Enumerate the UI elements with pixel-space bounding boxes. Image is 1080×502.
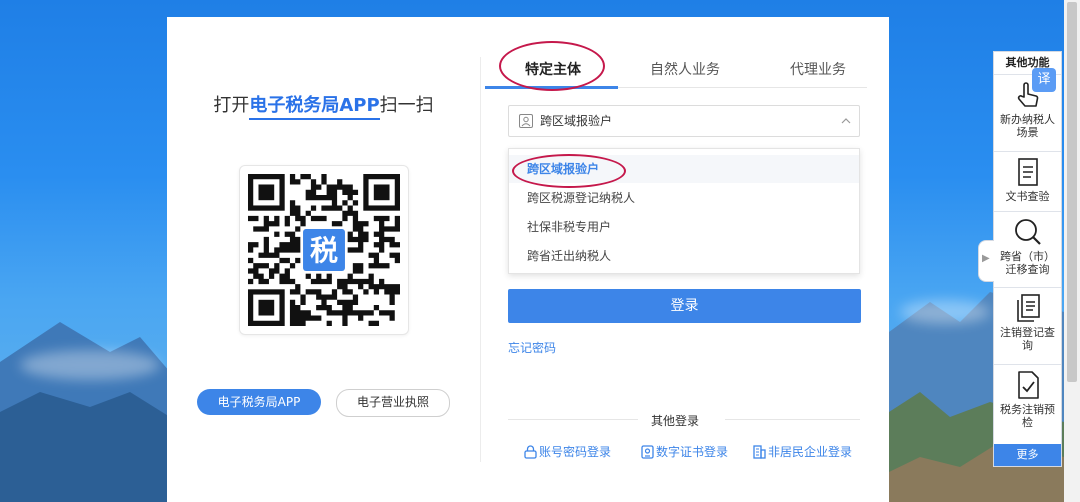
- tab-natural-person[interactable]: 自然人业务: [650, 59, 720, 79]
- side-panel-collapse-handle[interactable]: ▶: [978, 240, 994, 282]
- tab-agent-business[interactable]: 代理业务: [790, 59, 846, 79]
- qr-code: 税: [239, 165, 409, 335]
- translate-button[interactable]: 译: [1032, 68, 1056, 92]
- side-item-document-verify[interactable]: 文书查验: [994, 151, 1061, 212]
- side-item-label: 注销登记查: [1000, 326, 1055, 339]
- entity-type-select[interactable]: 跨区域报验户: [508, 105, 860, 137]
- more-button[interactable]: 更多: [994, 444, 1061, 466]
- divider-left: [508, 419, 638, 420]
- document-icon: [1017, 158, 1038, 186]
- cloud: [20, 350, 160, 380]
- scan-prefix: 打开: [213, 95, 250, 116]
- side-item-label: 场景: [1016, 126, 1039, 139]
- side-item-label: 税务注销预: [1000, 403, 1055, 416]
- login-card: 打开电子税务局APP扫一扫 税 电子税务局APP 电子营业执照 特定主体 自然人…: [167, 17, 889, 502]
- account-login-panel: 特定主体 自然人业务 代理业务 跨区域报验户 跨区域报验户 跨区税源登记纳税人 …: [485, 17, 889, 502]
- side-item-label: 询: [1022, 339, 1033, 352]
- forgot-password-link[interactable]: 忘记密码: [508, 339, 556, 356]
- certificate-icon: [641, 445, 654, 459]
- lock-icon: [524, 445, 537, 459]
- qr-finder-square: [363, 174, 400, 211]
- page-scrollbar[interactable]: [1064, 0, 1080, 502]
- divider-right: [725, 419, 860, 420]
- building-icon: [753, 445, 766, 459]
- password-login-link[interactable]: 账号密码登录: [524, 443, 611, 460]
- certificate-login-label: 数字证书登录: [656, 445, 729, 459]
- dropdown-option[interactable]: 跨区税源登记纳税人: [509, 184, 859, 212]
- other-functions-panel: 其他功能 新办纳税人 场景 文书查验 跨省（市） 迁移查询 注销登记查 询 税务…: [993, 51, 1062, 467]
- side-item-migration-query[interactable]: 跨省（市） 迁移查询: [994, 211, 1061, 288]
- cloud: [900, 300, 990, 324]
- chevron-up-icon: [841, 118, 851, 124]
- password-login-label: 账号密码登录: [539, 445, 612, 459]
- scan-instruction: 打开电子税务局APP扫一扫: [167, 91, 480, 120]
- side-item-deregistration-precheck[interactable]: 税务注销预 检: [994, 364, 1061, 445]
- business-license-button[interactable]: 电子营业执照: [336, 389, 450, 417]
- login-button[interactable]: 登录: [508, 289, 861, 323]
- check-document-icon: [1017, 371, 1039, 399]
- side-item-label: 新办纳税人: [1000, 113, 1055, 126]
- scrollbar-thumb[interactable]: [1067, 2, 1077, 382]
- dropdown-option[interactable]: 社保非税专用户: [509, 213, 859, 241]
- dropdown-option[interactable]: 跨省迁出纳税人: [509, 242, 859, 270]
- other-login-title: 其他登录: [643, 412, 708, 429]
- side-item-label: 检: [1022, 416, 1033, 429]
- side-item-label: 迁移查询: [1005, 263, 1050, 276]
- entity-type-dropdown: 跨区域报验户 跨区税源登记纳税人 社保非税专用户 跨省迁出纳税人: [508, 148, 860, 274]
- scan-app-name: 电子税务局APP: [249, 95, 380, 120]
- certificate-login-link[interactable]: 数字证书登录: [641, 443, 728, 460]
- panel-divider: [480, 57, 481, 462]
- scan-suffix: 扫一扫: [379, 95, 434, 116]
- user-card-icon: [519, 114, 533, 128]
- app-login-button[interactable]: 电子税务局APP: [197, 389, 321, 415]
- qr-finder-square: [248, 289, 285, 326]
- option-annotation-circle: [512, 154, 626, 188]
- login-tabs: 特定主体 自然人业务 代理业务: [485, 41, 867, 91]
- tab-annotation-circle: [499, 41, 605, 91]
- copy-document-icon: [1016, 294, 1040, 322]
- qr-code-image: 税: [248, 174, 400, 326]
- non-resident-login-link[interactable]: 非居民企业登录: [753, 443, 852, 460]
- qr-center-glyph: 税: [310, 234, 338, 267]
- search-icon: [1014, 219, 1041, 245]
- non-resident-login-label: 非居民企业登录: [768, 445, 853, 459]
- select-value: 跨区域报验户: [540, 114, 613, 128]
- side-item-label: 文书查验: [1005, 190, 1050, 203]
- side-item-label: 跨省（市）: [1000, 250, 1055, 263]
- caret-right-icon: ▶: [982, 253, 990, 264]
- qr-login-panel: 打开电子税务局APP扫一扫 税 电子税务局APP 电子营业执照: [167, 17, 480, 502]
- qr-finder-square: [248, 174, 285, 211]
- side-item-deregistration-query[interactable]: 注销登记查 询: [994, 287, 1061, 365]
